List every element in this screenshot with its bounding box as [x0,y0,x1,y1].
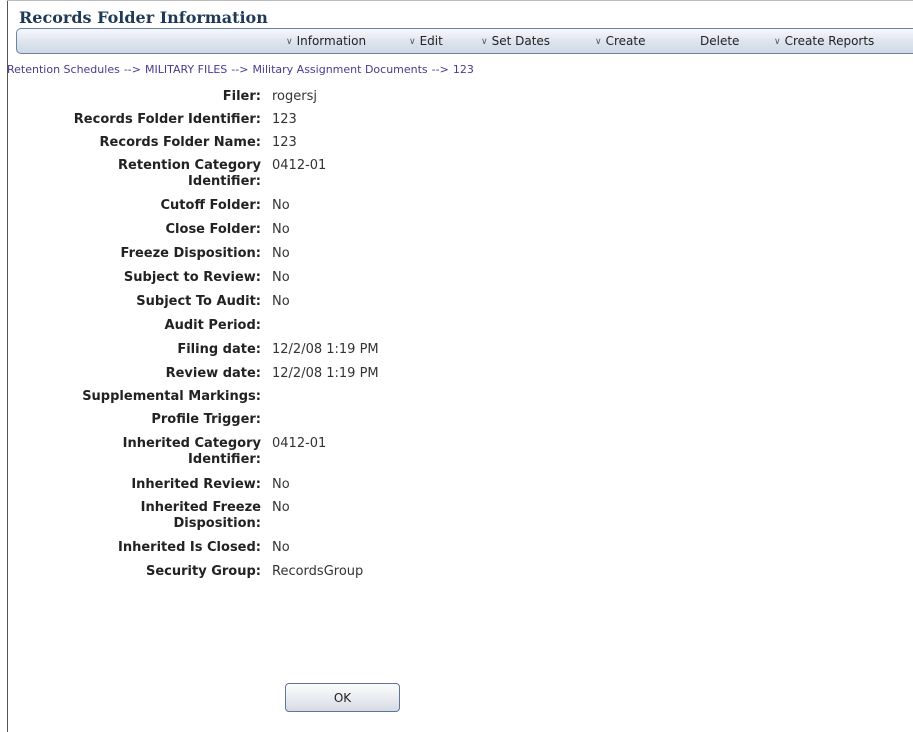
profile-trigger-label: Profile Trigger: [151,412,261,427]
subject-to-review-value: No [272,270,290,285]
supplemental-markings-label: Supplemental Markings: [82,389,261,404]
chevron-down-icon: ∨ [286,37,293,47]
menu-create-reports[interactable]: ∨ Create Reports [774,34,874,48]
chevron-down-icon: ∨ [595,37,602,47]
breadcrumb-link-military-assignment-documents[interactable]: Military Assignment Documents [252,63,427,76]
breadcrumb-separator: --> [231,63,249,76]
menu-edit[interactable]: ∨ Edit [409,34,443,48]
breadcrumb-separator: --> [123,63,141,76]
audit-period-label: Audit Period: [164,318,261,333]
inherited-freeze-disposition-label: Inherited Freeze Disposition: [140,500,261,531]
security-group-label: Security Group: [146,564,261,579]
breadcrumb-separator: --> [431,63,449,76]
menu-information-label: Information [296,34,367,48]
chevron-down-icon: ∨ [481,37,488,47]
chevron-down-icon: ∨ [774,37,781,47]
close-folder-label: Close Folder: [165,222,261,237]
cutoff-folder-value: No [272,198,290,213]
inherited-is-closed-label: Inherited Is Closed: [118,540,261,555]
menu-edit-label: Edit [419,34,443,48]
security-group-value: RecordsGroup [272,564,364,579]
breadcrumb-current-folder: 123 [452,63,474,76]
inherited-category-identifier-value: 0412-01 [272,436,327,451]
subject-to-audit-value: No [272,294,290,309]
ok-button[interactable]: OK [285,683,400,712]
records-folder-name-value: 123 [272,135,297,150]
filing-date-value: 12/2/08 1:19 PM [272,342,379,357]
menu-delete[interactable]: Delete [700,34,739,48]
cutoff-folder-label: Cutoff Folder: [160,198,261,213]
subject-to-review-label: Subject to Review: [123,270,261,285]
inherited-review-label: Inherited Review: [131,477,261,492]
inherited-review-value: No [272,477,290,492]
inherited-category-identifier-label: Inherited Category Identifier: [122,436,261,467]
freeze-disposition-value: No [272,246,290,261]
chevron-down-icon: ∨ [409,37,416,47]
menu-delete-label: Delete [700,34,740,48]
menu-set-dates-label: Set Dates [491,34,551,48]
filing-date-label: Filing date: [177,342,261,357]
menu-information[interactable]: ∨ Information [286,34,366,48]
menu-create-label: Create [605,34,646,48]
window-top-border [7,0,913,1]
records-folder-name-label: Records Folder Name: [99,135,261,150]
retention-category-identifier-value: 0412-01 [272,158,327,173]
filer-label: Filer: [222,89,261,104]
menu-create[interactable]: ∨ Create [595,34,645,48]
menu-set-dates[interactable]: ∨ Set Dates [481,34,550,48]
records-folder-identifier-label: Records Folder Identifier: [73,112,261,127]
close-folder-value: No [272,222,290,237]
breadcrumb: Retention Schedules --> MILITARY FILES --> M… [7,63,474,76]
action-toolbar: ∨ Information ∨ Edit ∨ Set Dates ∨ Create De… [16,28,913,54]
inherited-freeze-disposition-value: No [272,500,290,515]
breadcrumb-link-military-files[interactable]: MILITARY FILES [145,63,227,76]
review-date-value: 12/2/08 1:19 PM [272,366,379,381]
filer-value: rogersj [272,89,317,104]
retention-category-identifier-label: Retention Category Identifier: [118,158,261,189]
breadcrumb-link-retention-schedules[interactable]: Retention Schedules [7,63,120,76]
page-title: Records Folder Information [19,8,268,27]
records-folder-identifier-value: 123 [272,112,297,127]
inherited-is-closed-value: No [272,540,290,555]
freeze-disposition-label: Freeze Disposition: [120,246,261,261]
review-date-label: Review date: [165,366,261,381]
subject-to-audit-label: Subject To Audit: [136,294,261,309]
menu-create-reports-label: Create Reports [784,34,875,48]
